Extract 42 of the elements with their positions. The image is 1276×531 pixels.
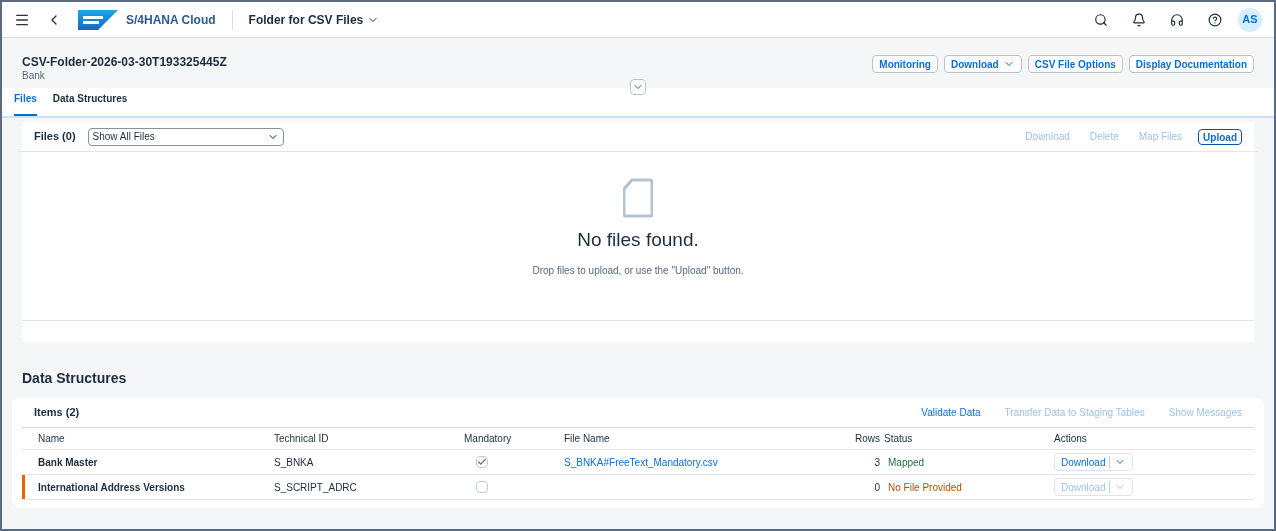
header-action-button[interactable]: Display Documentation	[1128, 55, 1254, 73]
help-icon[interactable]	[1208, 12, 1222, 27]
table-cell-text: Bank Master	[38, 455, 98, 470]
column-header: Actions	[1054, 432, 1087, 446]
empty-text: Drop files to upload, or use the "Upload" button.	[532, 263, 744, 278]
header-action-button[interactable]: CSV File Options	[1027, 55, 1123, 73]
items-toolbar-button[interactable]: Validate Data	[921, 405, 981, 420]
column-header: Name	[38, 432, 65, 446]
column-header: File Name	[564, 432, 610, 446]
tab[interactable]: Data Structures	[52, 91, 128, 116]
product-name: S/4HANA Cloud	[126, 11, 216, 29]
table-cell-text: S_BNKA	[274, 455, 314, 470]
user-avatar[interactable]: AS	[1238, 7, 1262, 32]
files-toolbar-button[interactable]: Upload	[1198, 128, 1242, 145]
download-split-button[interactable]: Download	[1054, 453, 1134, 471]
items-title: Items (2)	[34, 405, 80, 421]
file-icon	[623, 178, 653, 219]
header-action-button[interactable]: Monitoring	[872, 55, 938, 73]
app-title-menu[interactable]: Folder for CSV Files	[248, 10, 380, 29]
header-action-button[interactable]: Download	[943, 55, 1022, 73]
empty-title: No files found.	[577, 228, 699, 253]
search-icon[interactable]	[1094, 12, 1108, 27]
object-subtitle: Bank	[22, 70, 46, 83]
section-heading: Data Structures	[22, 370, 127, 386]
status-text: No File Provided	[888, 480, 962, 495]
table-cell-text: 3	[874, 455, 880, 470]
headset-icon[interactable]	[1170, 12, 1184, 27]
status-text: Mapped	[888, 455, 925, 470]
table-cell-text: S_SCRIPT_ADRC	[274, 480, 357, 495]
object-title: CSV-Folder-2026-03-30T193325445Z	[22, 55, 227, 70]
column-header: Status	[884, 432, 913, 446]
column-header: Mandatory	[464, 432, 512, 446]
tab[interactable]: Files	[14, 91, 37, 116]
bell-icon[interactable]	[1132, 12, 1146, 27]
column-header: Rows	[855, 432, 880, 446]
column-header: Technical ID	[274, 432, 329, 446]
logo-icon[interactable]	[78, 9, 118, 30]
file-link[interactable]: S_BNKA#FreeText_Mandatory.csv	[564, 454, 718, 470]
table-cell-text: 0	[874, 480, 880, 495]
table-cell-text: International Address Versions	[38, 480, 185, 495]
filter-select[interactable]: Show All Files	[87, 127, 284, 146]
files-title: Files (0)	[34, 129, 76, 145]
